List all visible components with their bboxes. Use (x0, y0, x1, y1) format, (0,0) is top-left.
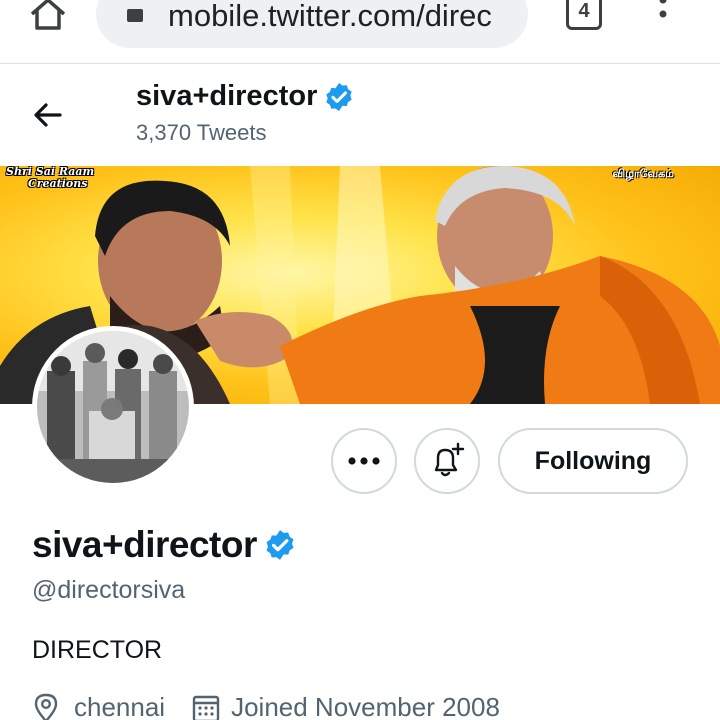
profile-handle: @directorsiva (32, 576, 186, 604)
avatar-photo (37, 331, 189, 483)
calendar-icon (192, 695, 220, 720)
tweet-count: 3,370 Tweets (136, 120, 267, 145)
profile-avatar[interactable] (32, 326, 194, 488)
banner-watermark-right: விழாவேகம் (612, 168, 674, 180)
following-button[interactable]: Following (498, 428, 688, 494)
banner-watermark-left: Shri Sai Raam Creations (6, 166, 94, 190)
back-arrow-icon (34, 103, 62, 127)
browser-toolbar: mobile.twitter.com/direc 4 (0, 0, 720, 64)
home-button[interactable] (28, 0, 68, 36)
browser-menu-button[interactable] (648, 0, 678, 34)
home-icon (30, 0, 66, 30)
profile-name-row: siva+director (32, 524, 297, 566)
location-pin-icon (34, 693, 58, 720)
more-vert-icon (659, 0, 667, 18)
verified-badge-icon (266, 530, 294, 560)
banner-watermark-line2: Creations (28, 177, 88, 190)
url-text: mobile.twitter.com/direc (168, 0, 492, 33)
more-horizontal-icon (348, 457, 380, 465)
profile-name: siva+director (32, 524, 257, 565)
header-name: siva+director (136, 80, 318, 112)
notifications-button[interactable] (414, 428, 480, 494)
profile-joined-date: Joined November 2008 (231, 692, 500, 720)
back-button[interactable] (28, 96, 68, 136)
notification-bell-plus-icon (434, 442, 465, 477)
lock-icon (127, 9, 143, 22)
more-options-button[interactable] (331, 428, 397, 494)
profile-meta-row: chennai Joined November 2008 (32, 692, 500, 720)
profile-location: chennai (74, 692, 166, 720)
header-name-row: siva+director (136, 80, 355, 113)
address-bar[interactable]: mobile.twitter.com/direc (96, 0, 528, 48)
verified-badge-icon (326, 82, 353, 111)
profile-bio: DIRECTOR (32, 636, 163, 664)
tab-switcher-button[interactable]: 4 (566, 0, 602, 30)
